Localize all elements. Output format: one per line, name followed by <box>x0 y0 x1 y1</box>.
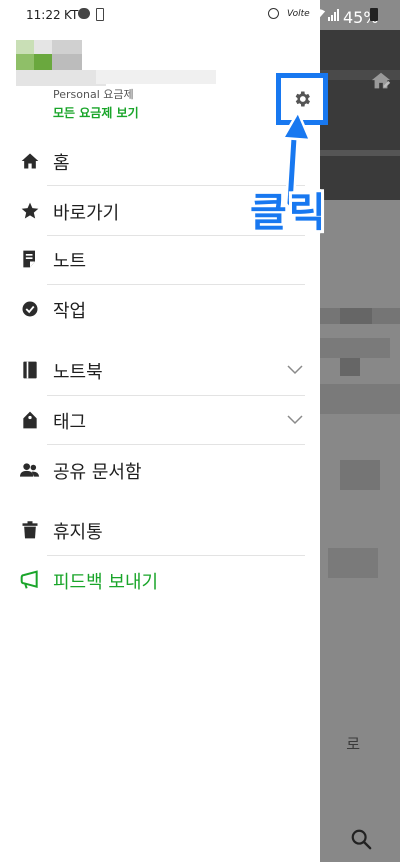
menu-item-tasks[interactable]: 작업 <box>0 285 320 333</box>
talk-notification-icon <box>78 8 90 19</box>
background-stripe <box>320 150 400 156</box>
plan-name: Personal 요금제 <box>53 88 134 101</box>
check-circle-icon <box>22 301 38 317</box>
navigation-drawer: Personal 요금제 모든 요금제 보기 홈 바로가기 노트 작업 노트북 … <box>0 30 328 862</box>
background-header <box>320 30 400 200</box>
menu-item-label: 휴지통 <box>53 522 103 543</box>
menu-item-label: 공유 문서함 <box>53 462 142 483</box>
blurred-content <box>328 548 378 578</box>
account-avatar-blur <box>34 54 52 70</box>
star-icon <box>21 202 39 219</box>
chevron-down-icon[interactable] <box>287 363 303 375</box>
menu-item-feedback[interactable]: 피드백 보내기 <box>0 556 320 604</box>
all-plans-link[interactable]: 모든 요금제 보기 <box>53 104 139 121</box>
shared-users-icon <box>20 463 40 477</box>
menu-item-trash[interactable]: 휴지통 <box>0 506 320 554</box>
menu-item-tags[interactable]: 태그 <box>0 396 320 444</box>
tag-icon <box>23 411 37 429</box>
menu-item-label: 홈 <box>53 153 70 174</box>
menu-item-notes[interactable]: 노트 <box>0 235 320 283</box>
home-icon <box>21 153 39 169</box>
menu-item-home[interactable]: 홈 <box>0 137 320 185</box>
battery-icon <box>370 8 378 21</box>
menu-item-label: 피드백 보내기 <box>53 572 159 593</box>
menu-item-label: 작업 <box>53 301 87 322</box>
notebook-icon <box>23 361 37 379</box>
wifi-icon <box>312 9 326 19</box>
trash-icon <box>22 521 38 539</box>
search-icon[interactable] <box>350 828 372 850</box>
chevron-down-icon[interactable] <box>287 413 303 425</box>
blurred-content <box>340 460 380 490</box>
gear-icon <box>295 91 310 107</box>
status-carrier: KT <box>64 8 79 22</box>
blurred-content <box>320 384 400 414</box>
blurred-content <box>320 338 390 358</box>
home-edit-icon <box>371 72 391 89</box>
alarm-icon <box>268 8 279 19</box>
signal-icon <box>328 9 339 21</box>
menu-item-notebooks[interactable]: 노트북 <box>0 346 320 394</box>
megaphone-icon <box>20 570 38 589</box>
blurred-content <box>340 358 360 376</box>
blurred-content <box>340 308 372 324</box>
menu-item-label: 바로가기 <box>53 203 120 224</box>
divider <box>47 444 305 445</box>
account-avatar-blur <box>52 54 82 70</box>
note-icon <box>23 250 35 268</box>
account-name-blur <box>96 70 216 84</box>
status-bar: 11:22 KT Volte <box>0 0 320 30</box>
menu-item-label: 노트 <box>53 251 87 272</box>
menu-item-label: 노트북 <box>53 362 103 383</box>
volte-indicator: Volte <box>287 9 310 19</box>
charging-icon <box>96 8 104 21</box>
menu-item-label: 태그 <box>53 412 87 433</box>
dimmed-background[interactable]: 로 <box>320 0 400 862</box>
status-time: 11:22 <box>26 8 61 22</box>
menu-item-shared[interactable]: 공유 문서함 <box>0 446 320 494</box>
account-name-blur <box>16 70 106 86</box>
account-avatar-blur <box>16 54 34 70</box>
annotation-click-label: 클릭 <box>250 190 328 236</box>
background-partial-text: 로 <box>346 735 360 753</box>
